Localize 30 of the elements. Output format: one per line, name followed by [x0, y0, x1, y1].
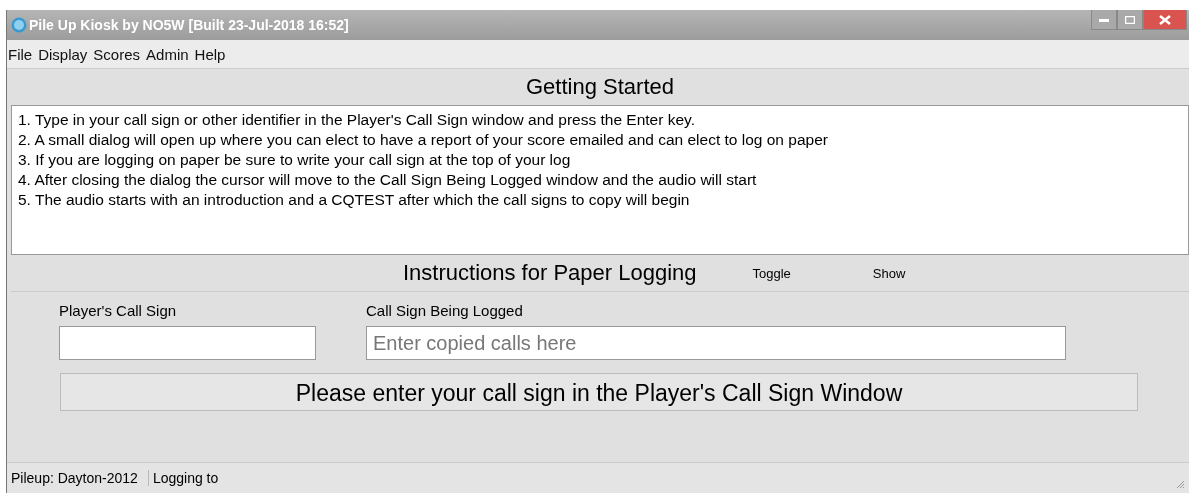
instruction-line: 1. Type in your call sign or other identifier in the Player's Call Sign window and press the Enter key. — [18, 110, 696, 130]
players-call-sign-field[interactable] — [59, 326, 316, 360]
status-text: Logging to — [151, 470, 220, 486]
instruction-line: 2. A small dialog will open up where you can elect to have a report of your score emailed and can elect to log on paper — [18, 130, 829, 150]
close-button[interactable] — [1143, 10, 1187, 30]
field-label: Player's Call Sign — [59, 302, 178, 321]
show-label[interactable]: Show — [872, 265, 906, 281]
field-label: Call Sign Being Logged — [366, 302, 524, 321]
minimize-icon — [1099, 17, 1109, 22]
menu-item[interactable]: Admin — [146, 45, 189, 63]
status-banner: Please enter your call sign in the Player's Call Sign Window — [60, 373, 1138, 411]
maximize-button[interactable] — [1117, 10, 1143, 30]
menu-item[interactable]: Help — [194, 45, 226, 63]
instruction-line: 4. After closing the dialog the cursor will move to the Call Sign Being Logged window and the audio will start — [18, 170, 758, 190]
minimize-button[interactable] — [1091, 10, 1117, 30]
section-heading: Getting Started — [525, 73, 675, 101]
close-icon — [1159, 14, 1171, 25]
window-title: Pile Up Kiosk by NO5W [Built 23-Jul-2018 16:52] — [29, 17, 350, 33]
instruction-line: 3. If you are logging on paper be sure to write your call sign at the top of your log — [18, 150, 572, 170]
status-text: Pileup: Dayton-2012 — [7, 470, 149, 486]
resize-grip-icon[interactable] — [1175, 479, 1185, 489]
menu-item[interactable]: Scores — [93, 45, 141, 63]
maximize-icon — [1125, 15, 1135, 24]
menu-item[interactable]: File — [8, 45, 33, 63]
toggle-label[interactable]: Toggle — [752, 265, 791, 281]
call-sign-being-logged-field[interactable]: Enter copied calls here — [366, 326, 1066, 360]
menu-item[interactable]: Display — [38, 45, 88, 63]
section-heading: Instructions for Paper Logging — [403, 260, 697, 286]
app-icon — [11, 17, 27, 33]
instruction-line: 5. The audio starts with an introduction and a CQTEST after which the call signs to copy will begin — [18, 190, 691, 210]
